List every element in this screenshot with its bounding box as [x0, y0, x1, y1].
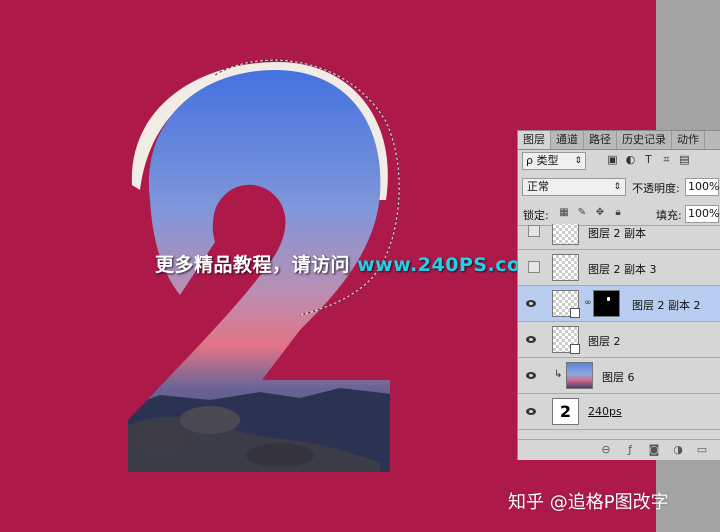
smart-filter-icon[interactable]: ▤ [678, 154, 691, 166]
layer-thumbnail [552, 224, 579, 245]
watermark-url: www.240PS.com [357, 254, 541, 276]
tab-layers[interactable]: 图层 [518, 131, 551, 149]
layer-mask-thumbnail[interactable] [593, 290, 620, 317]
layer-name: 图层 2 副本 3 [588, 263, 657, 276]
blend-mode-select[interactable]: 正常 ⇕ [522, 178, 626, 196]
fill-input[interactable]: 100% [685, 205, 719, 223]
layer-row[interactable]: 图层 2 副本 [518, 224, 720, 250]
lock-row: 锁定: ▦ ✎ ✥ 🔒︎ 填充: 100% [518, 203, 720, 226]
visibility-toggle[interactable] [528, 261, 540, 273]
tab-actions[interactable]: 动作 [672, 131, 705, 149]
eye-icon[interactable] [526, 372, 536, 379]
adjust-filter-icon[interactable]: ◐ [624, 154, 637, 166]
text-filter-icon[interactable]: T [642, 154, 655, 166]
mask-icon[interactable]: ◙ [648, 444, 660, 456]
layer-name: 图层 2 [588, 335, 621, 348]
tab-channels[interactable]: 通道 [551, 131, 584, 149]
layer-row[interactable]: ↳ 图层 6 [518, 358, 720, 394]
filter-kind-select[interactable]: ρ 类型 ⇕ [522, 152, 586, 170]
layer-name: 240ps [588, 405, 622, 418]
layer-row-selected[interactable]: ∞ 图层 2 副本 2 [518, 286, 720, 322]
blend-row: 正常 ⇕ 不透明度: 100% [518, 177, 720, 199]
link-icon[interactable]: ∞ [584, 298, 592, 308]
author-credit: 知乎 @追格P图改字 [508, 492, 669, 513]
smart-object-icon [570, 308, 580, 318]
image-filter-icon[interactable]: ▣ [606, 154, 619, 166]
tab-history[interactable]: 历史记录 [617, 131, 672, 149]
layers-panel: 图层 通道 路径 历史记录 动作 ρ 类型 ⇕ ▣ ◐ T ⌗ ▤ 正常 ⇕ 不透明… [517, 130, 720, 460]
fx-icon[interactable]: ƒ [624, 444, 636, 456]
clipping-arrow-icon: ↳ [554, 369, 563, 380]
layer-thumbnail [566, 362, 593, 389]
layer-thumbnail [552, 326, 580, 354]
lock-paint-icon[interactable]: ✎ [576, 207, 588, 219]
link-icon[interactable]: ⊖ [600, 444, 612, 456]
layer-thumbnail [552, 254, 579, 281]
eye-icon[interactable] [526, 300, 536, 307]
layer-row[interactable]: 图层 2 [518, 322, 720, 358]
visibility-toggle[interactable] [528, 225, 540, 237]
layers-list: 图层 2 副本 图层 2 副本 3 ∞ 图层 2 副本 2 图层 2 ↳ 图层 … [518, 224, 720, 439]
lock-position-icon[interactable]: ✥ [594, 207, 606, 219]
watermark-text: 更多精品教程，请访问 www.240PS.com [155, 254, 541, 276]
opacity-label: 不透明度: [632, 182, 680, 195]
panel-footer: ⊖ ƒ ◙ ◑ ▭ [518, 439, 720, 460]
layer-thumbnail: 2 [552, 398, 579, 425]
eye-icon[interactable] [526, 336, 536, 343]
filter-row: ρ 类型 ⇕ ▣ ◐ T ⌗ ▤ [518, 151, 720, 173]
adjustment-icon[interactable]: ◑ [672, 444, 684, 456]
eye-icon[interactable] [526, 408, 536, 415]
layer-name: 图层 2 副本 2 [632, 299, 701, 312]
panel-tabs: 图层 通道 路径 历史记录 动作 [518, 131, 720, 150]
opacity-input[interactable]: 100% [685, 178, 719, 196]
layer-name: 图层 2 副本 [588, 227, 646, 240]
shape-filter-icon[interactable]: ⌗ [660, 154, 673, 166]
layer-row[interactable]: 2 240ps [518, 394, 720, 430]
smart-object-icon [570, 344, 580, 354]
folder-icon[interactable]: ▭ [696, 444, 708, 456]
lock-label: 锁定: [523, 209, 549, 222]
lock-transparent-icon[interactable]: ▦ [558, 207, 570, 219]
layer-name: 图层 6 [602, 371, 635, 384]
tab-paths[interactable]: 路径 [584, 131, 617, 149]
lock-all-icon[interactable]: 🔒︎ [612, 207, 624, 219]
layer-thumbnail [552, 290, 580, 318]
layer-row[interactable]: 图层 2 副本 3 [518, 250, 720, 286]
fill-label: 填充: [656, 209, 682, 222]
